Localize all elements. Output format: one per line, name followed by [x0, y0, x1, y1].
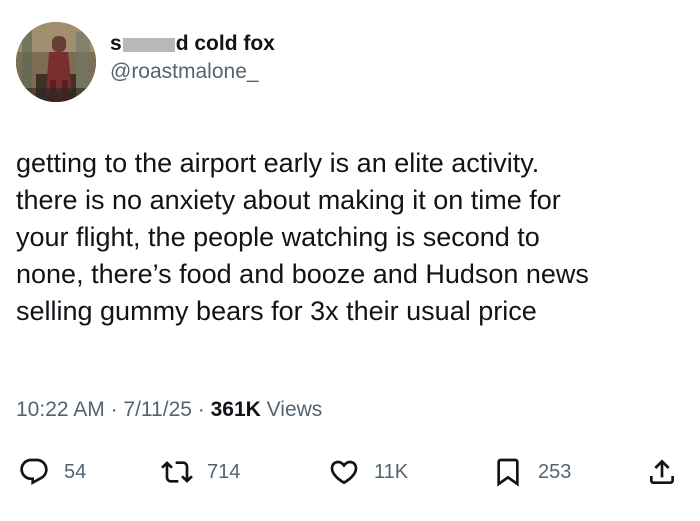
reply-count: 54: [64, 460, 87, 483]
views-label: Views: [266, 398, 323, 421]
tweet-header: s d cold fox @roastmalone_: [16, 22, 275, 102]
display-name[interactable]: s d cold fox: [110, 31, 275, 57]
tweet-text-line: there is no anxiety about making it on t…: [16, 185, 561, 215]
user-handle[interactable]: @roastmalone_: [110, 59, 275, 85]
avatar-photo: [16, 22, 96, 102]
views-count: 361K: [210, 398, 261, 421]
like-count: 11K: [374, 460, 409, 483]
action-bar: 54 714 11K 253: [18, 452, 682, 492]
display-name-start: s: [110, 32, 122, 55]
bookmark-icon: [492, 456, 524, 488]
repost-icon: [161, 456, 193, 488]
tweet-text: getting to the airport early is an elite…: [16, 145, 686, 330]
meta-separator: ·: [197, 398, 205, 421]
like-button[interactable]: 11K: [328, 452, 408, 492]
tweet-date[interactable]: 7/11/25: [123, 398, 192, 421]
tweet-text-line: none, there’s food and booze and Hudson …: [16, 259, 589, 289]
repost-count: 714: [207, 460, 241, 483]
tweet-text-line: selling gummy bears for 3x their usual p…: [16, 296, 537, 326]
author-names: s d cold fox @roastmalone_: [110, 31, 275, 85]
repost-button[interactable]: 714: [161, 452, 240, 492]
redaction-bar: [122, 38, 175, 52]
share-button[interactable]: [646, 452, 678, 492]
avatar[interactable]: [16, 22, 96, 102]
bookmark-button[interactable]: 253: [492, 452, 571, 492]
tweet: s d cold fox @roastmalone_ getting to the…: [0, 0, 700, 521]
reply-button[interactable]: 54: [18, 452, 86, 492]
display-name-end: d cold fox: [175, 32, 275, 55]
reply-icon: [18, 456, 50, 488]
tweet-text-line: getting to the airport early is an elite…: [16, 148, 540, 178]
tweet-time[interactable]: 10:22 AM: [16, 398, 105, 421]
share-icon: [646, 456, 678, 488]
bookmark-count: 253: [538, 460, 572, 483]
heart-icon: [328, 456, 360, 488]
tweet-text-line: your flight, the people watching is seco…: [16, 222, 540, 252]
meta-separator: ·: [110, 398, 118, 421]
tweet-metadata: 10:22 AM · 7/11/25 · 361K Views: [16, 395, 322, 425]
